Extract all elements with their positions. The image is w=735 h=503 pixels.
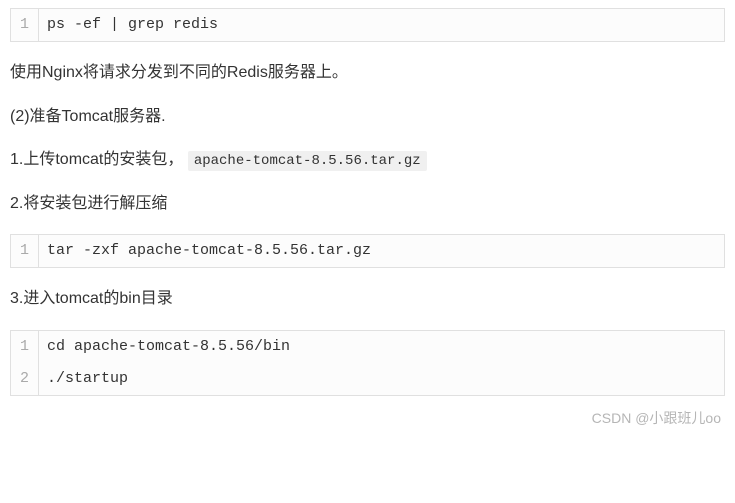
line-number: 1 — [11, 235, 39, 267]
paragraph-extract: 2.将安装包进行解压缩 — [10, 191, 725, 217]
paragraph-upload-package: 1.上传tomcat的安装包， apache-tomcat-8.5.56.tar… — [10, 147, 725, 173]
code-text: tar -zxf apache-tomcat-8.5.56.tar.gz — [39, 235, 379, 267]
code-text: ps -ef | grep redis — [39, 9, 226, 41]
code-row: 1 ps -ef | grep redis — [11, 9, 724, 41]
line-number: 1 — [11, 331, 39, 363]
paragraph-nginx-redis: 使用Nginx将请求分发到不同的Redis服务器上。 — [10, 60, 725, 86]
code-row: 1 cd apache-tomcat-8.5.56/bin — [11, 331, 724, 363]
paragraph-enter-bin: 3.进入tomcat的bin目录 — [10, 286, 725, 312]
code-block-3: 1 cd apache-tomcat-8.5.56/bin 2 ./startu… — [10, 330, 725, 396]
code-text: cd apache-tomcat-8.5.56/bin — [39, 331, 298, 363]
inline-code-tarname: apache-tomcat-8.5.56.tar.gz — [188, 151, 427, 171]
code-text: ./startup — [39, 363, 136, 395]
watermark: CSDN @小跟班儿oo — [592, 408, 721, 428]
text-upload-prefix: 1.上传tomcat的安装包， — [10, 151, 183, 168]
code-row: 1 tar -zxf apache-tomcat-8.5.56.tar.gz — [11, 235, 724, 267]
paragraph-prepare-tomcat: (2)准备Tomcat服务器. — [10, 104, 725, 130]
line-number: 2 — [11, 363, 39, 395]
code-block-1: 1 ps -ef | grep redis — [10, 8, 725, 42]
code-block-2: 1 tar -zxf apache-tomcat-8.5.56.tar.gz — [10, 234, 725, 268]
line-number: 1 — [11, 9, 39, 41]
code-row: 2 ./startup — [11, 363, 724, 395]
